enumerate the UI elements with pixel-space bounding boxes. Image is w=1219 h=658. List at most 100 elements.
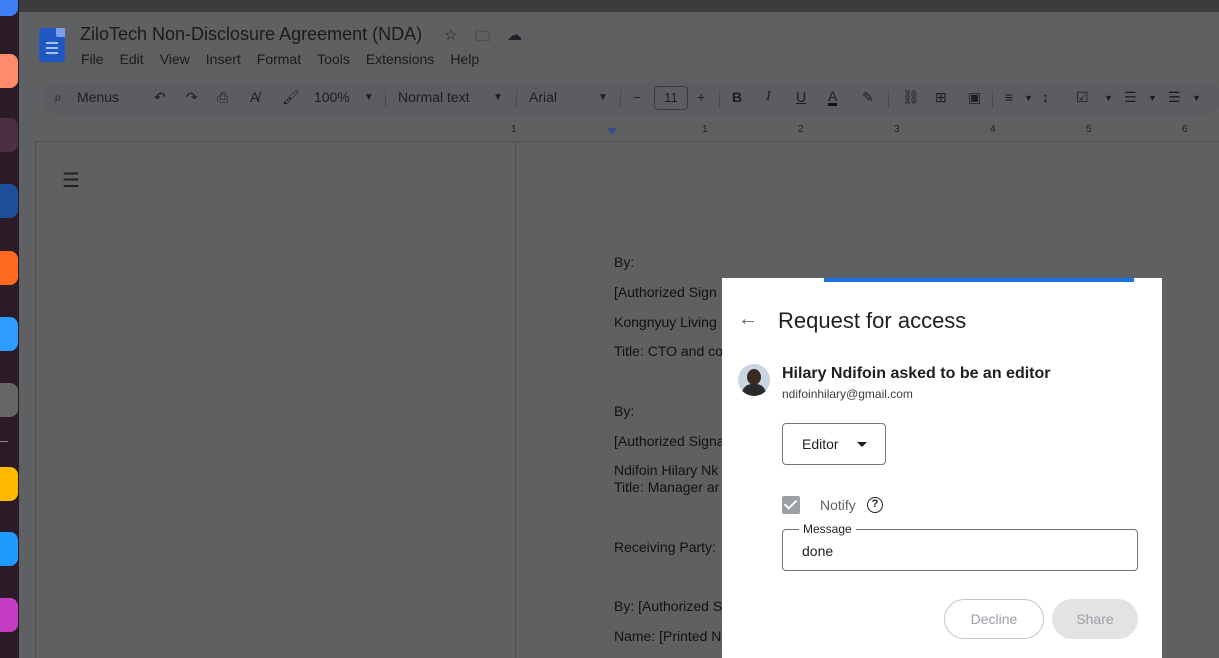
chevron-down-icon	[857, 442, 867, 447]
font-size-input[interactable]: 11	[654, 86, 688, 110]
share-button[interactable]: Share	[1052, 599, 1138, 639]
dock-app-icon[interactable]	[0, 598, 18, 632]
insert-image-icon[interactable]: ▣	[968, 89, 981, 106]
window-top-strip	[19, 0, 1219, 12]
dock-app-icon[interactable]	[0, 467, 18, 501]
paragraph-style-select[interactable]: Normal text	[398, 89, 470, 105]
requester-email: ndifoinhilary@gmail.com	[782, 387, 913, 401]
ruler-number: 5	[1086, 124, 1092, 135]
bulleted-list-icon[interactable]: ☰	[1124, 89, 1137, 106]
document-text-line: Title: Manager ar	[614, 479, 720, 495]
numbered-list-icon[interactable]: ☰	[1168, 89, 1181, 106]
dock-app-icon[interactable]	[0, 54, 18, 88]
menu-help[interactable]: Help	[450, 51, 479, 67]
document-outline-panel: ☰	[35, 141, 515, 658]
line-spacing-icon[interactable]: ↕	[1042, 89, 1049, 105]
menu-tools[interactable]: Tools	[317, 51, 350, 67]
notify-checkbox[interactable]	[782, 496, 800, 514]
ruler-number: 6	[1182, 124, 1188, 135]
move-folder-icon[interactable]: 🗀	[475, 26, 490, 51]
dock-app-icon[interactable]	[0, 317, 18, 351]
menu-view[interactable]: View	[160, 51, 190, 67]
document-text-line: [Authorized Signa	[614, 433, 725, 449]
ruler-number: 1	[511, 124, 517, 135]
document-text-line: By:	[614, 403, 635, 419]
requester-message: Hilary Ndifoin asked to be an editor	[782, 365, 1051, 382]
menu-bar: File Edit View Insert Format Tools Exten…	[81, 51, 495, 67]
role-value: Editor	[802, 436, 839, 452]
toolbar-divider	[992, 90, 993, 108]
toolbar-divider	[719, 90, 720, 108]
dock-app-icon[interactable]	[0, 251, 18, 285]
menu-file[interactable]: File	[81, 51, 104, 67]
align-icon[interactable]: ≡	[1005, 89, 1013, 105]
back-arrow-icon[interactable]: ←	[738, 308, 758, 331]
add-comment-icon[interactable]: ⊞	[935, 89, 947, 106]
bold-icon[interactable]: B	[732, 89, 742, 105]
document-text-line: Ndifoin Hilary Nk	[614, 462, 719, 478]
italic-icon[interactable]: I	[766, 89, 771, 105]
cloud-status-icon[interactable]: ☁	[507, 26, 522, 44]
checklist-icon[interactable]: ☑	[1076, 89, 1089, 106]
menu-insert[interactable]: Insert	[206, 51, 241, 67]
font-select[interactable]: Arial	[529, 89, 557, 105]
chevron-down-icon: ▼	[1148, 93, 1157, 103]
message-label: Message	[799, 522, 856, 536]
redo-icon[interactable]: ↷	[186, 89, 198, 106]
increase-font-size-icon[interactable]: +	[697, 89, 705, 105]
document-text-line: Name: [Printed N	[614, 628, 722, 644]
message-field[interactable]: Message done	[782, 522, 1138, 571]
text-color-icon[interactable]: A	[828, 89, 838, 106]
search-icon: ⌕	[54, 89, 62, 105]
zoom-select[interactable]: 100%	[314, 89, 350, 105]
avatar	[738, 364, 770, 396]
toolbar-divider	[620, 90, 621, 108]
document-text-line: By: [Authorized S	[614, 598, 723, 614]
dock-app-icon[interactable]	[0, 184, 18, 218]
dock-app-icon[interactable]	[0, 118, 18, 152]
document-title[interactable]: ZiloTech Non-Disclosure Agreement (NDA)	[80, 24, 422, 45]
toolbar-divider	[888, 90, 889, 108]
ruler-number: 2	[798, 124, 804, 135]
indent-marker[interactable]	[607, 128, 617, 135]
paint-format-icon[interactable]: 🖌	[282, 89, 300, 106]
menu-extensions[interactable]: Extensions	[366, 51, 434, 67]
dialog-title: Request for access	[778, 308, 967, 333]
ruler-number: 1	[702, 124, 708, 135]
document-text-line: [Authorized Sign	[614, 284, 717, 300]
spellcheck-icon[interactable]: A̸	[250, 89, 259, 105]
dock-app-icon[interactable]	[0, 0, 18, 16]
chevron-down-icon: ▼	[1104, 93, 1113, 103]
underline-icon[interactable]: U	[796, 89, 806, 105]
decrease-font-size-icon[interactable]: −	[633, 89, 641, 105]
ruler-number: 3	[894, 124, 900, 135]
chevron-down-icon: ▼	[1192, 93, 1201, 103]
highlight-color-icon[interactable]: ✎	[862, 89, 874, 106]
docs-header: ZiloTech Non-Disclosure Agreement (NDA) …	[19, 12, 1219, 142]
horizontal-ruler[interactable]: 1 1 2 3 4 5 6	[511, 124, 1219, 141]
dock-app-icon[interactable]	[0, 532, 18, 566]
ruler-number: 4	[990, 124, 996, 135]
notify-label: Notify	[820, 497, 856, 513]
role-dropdown[interactable]: Editor	[782, 423, 886, 465]
document-text-line: Title: CTO and co	[614, 343, 723, 359]
chevron-down-icon: ▼	[364, 92, 374, 103]
help-icon[interactable]: ?	[867, 497, 883, 513]
outline-list-icon[interactable]: ☰	[62, 168, 80, 193]
decline-button[interactable]: Decline	[944, 599, 1044, 639]
toolbar-divider	[385, 90, 386, 108]
chevron-down-icon: ▼	[1024, 93, 1033, 103]
insert-link-icon[interactable]: ⛓	[902, 89, 920, 106]
chevron-down-icon: ▼	[598, 92, 608, 103]
menus-search[interactable]: Menus	[77, 89, 119, 105]
document-text-line: Kongnyuy Living	[614, 314, 717, 330]
dock-app-icon[interactable]	[0, 383, 18, 417]
menu-format[interactable]: Format	[257, 51, 301, 67]
print-icon[interactable]: ⎙	[217, 89, 228, 106]
loading-progress-bar	[824, 278, 1134, 282]
undo-icon[interactable]: ↶	[154, 89, 166, 106]
menu-edit[interactable]: Edit	[120, 51, 144, 67]
docs-logo-icon[interactable]	[39, 28, 65, 62]
document-text-line: Receiving Party:	[614, 539, 716, 555]
star-icon[interactable]: ☆	[444, 26, 457, 44]
